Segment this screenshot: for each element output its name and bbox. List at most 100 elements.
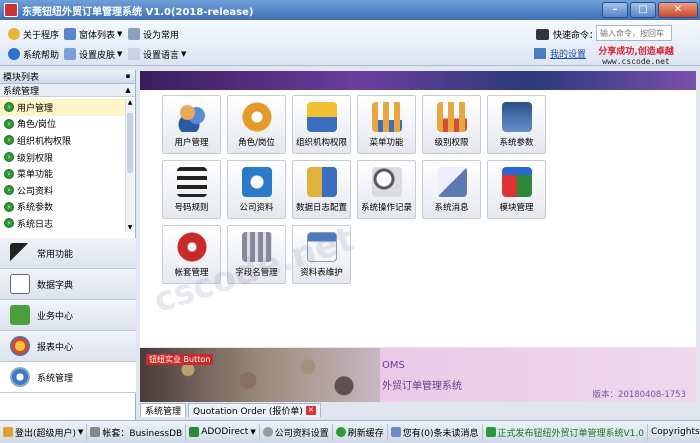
banner-subtitle: 外贸订单管理系统 <box>382 381 462 392</box>
group-title: 系统管理 <box>3 86 40 97</box>
account-set-status[interactable]: 帐套：BusinessDB <box>87 423 187 441</box>
tile-org-permission[interactable]: 组织机构权限 <box>292 95 351 154</box>
tile-system-message[interactable]: 系统消息 <box>422 160 481 219</box>
tile-user-management[interactable]: 用户管理 <box>162 95 221 154</box>
document-tabs: 系统管理 Quotation Order (报价单) ✕ <box>140 402 696 417</box>
product-banner: 钮纽实业 Button OMS 外贸订单管理系统 版本：20180408-175… <box>140 348 696 402</box>
scroll-down-icon[interactable]: ▼ <box>126 224 134 232</box>
search-log-icon <box>371 167 402 197</box>
quick-command-input[interactable] <box>596 25 672 41</box>
slogan-line2: www.cscode.net <box>602 57 670 66</box>
module-reports[interactable]: 报表中心 <box>0 331 136 362</box>
tile-account-set[interactable]: 帐套管理 <box>162 225 221 284</box>
tile-company-info[interactable]: 公司资料 <box>227 160 286 219</box>
tree-scrollbar[interactable]: ▲ ▼ <box>125 99 134 232</box>
my-settings-link[interactable]: 我的设置 <box>534 47 586 60</box>
minimize-icon[interactable]: – <box>602 2 628 18</box>
window-list-button[interactable]: 窗体列表 ▼ <box>64 26 122 42</box>
version-label: 版本：20180408-1753 <box>592 390 686 400</box>
tile-field-name[interactable]: 字段名管理 <box>227 225 286 284</box>
connection-button[interactable]: ADODirect ▼ <box>186 423 260 441</box>
cursor-icon <box>10 243 30 263</box>
maximize-icon[interactable]: □ <box>630 2 656 18</box>
module-business[interactable]: 业务中心 <box>0 300 136 331</box>
refresh-icon <box>335 427 346 437</box>
scroll-thumb[interactable] <box>127 113 133 173</box>
tile-operation-log[interactable]: 系统操作记录 <box>357 160 416 219</box>
tree-item[interactable]: › 角色/岗位 <box>0 116 125 133</box>
tree-item[interactable]: › 系统日志 <box>0 215 125 232</box>
basket-icon <box>10 305 30 325</box>
about-label: 关于程序 <box>23 30 60 41</box>
set-common-icon <box>128 28 140 40</box>
module-system[interactable]: 系统管理 <box>0 362 136 393</box>
skin-button[interactable]: 设置皮肤 ▼ <box>64 46 122 62</box>
system-gear-icon <box>10 367 30 387</box>
scroll-up-icon[interactable]: ▲ <box>126 99 134 107</box>
tab-quotation-order[interactable]: Quotation Order (报价单) ✕ <box>188 403 321 417</box>
data-log-icon <box>306 167 337 197</box>
tab-system-management[interactable]: 系统管理 <box>140 403 187 417</box>
window-title: 东莞钮纽外贸订单管理系统 V1.0(2018-release) <box>22 6 254 18</box>
tile-system-params[interactable]: 系统参数 <box>487 95 546 154</box>
help-button[interactable]: 系统帮助 <box>8 46 59 62</box>
logout-button[interactable]: 登出(超级用户) ▼ <box>0 423 88 441</box>
tile-role[interactable]: 角色/岗位 <box>227 95 286 154</box>
tile-table-maintain[interactable]: 资料表维护 <box>292 225 351 284</box>
chevron-down-icon: ▼ <box>250 428 256 436</box>
about-button[interactable]: 关于程序 <box>8 26 59 42</box>
home-icon <box>241 167 272 197</box>
tile-module-management[interactable]: 模块管理 <box>487 160 546 219</box>
calculator-icon <box>241 232 272 262</box>
tree-item[interactable]: › 公司资料 <box>0 182 125 199</box>
language-button[interactable]: 设置语言 ▼ <box>128 46 186 62</box>
set-common-label: 设为常用 <box>143 30 180 41</box>
company-settings-button[interactable]: 公司资料设置 <box>260 423 333 441</box>
function-grid: 用户管理 角色/岗位 组织机构权限 菜单功能 级别权限 系统参数 号码规则 公司… <box>140 90 696 347</box>
group-header[interactable]: 系统管理 ▲ <box>0 84 135 97</box>
tile-number-rules[interactable]: 号码规则 <box>162 160 221 219</box>
banner-tag: 钮纽实业 Button <box>146 354 214 365</box>
module-common[interactable]: 常用功能 <box>0 238 136 269</box>
about-icon <box>8 28 20 40</box>
refresh-cache-button[interactable]: 刷新缓存 <box>333 423 388 441</box>
logout-icon <box>3 427 13 437</box>
tile-menu-function[interactable]: 菜单功能 <box>357 95 416 154</box>
brand-slogan: 分享成功,创造卓越 www.cscode.net <box>596 44 676 66</box>
database-icon <box>176 232 207 262</box>
report-icon <box>10 336 30 356</box>
module-dictionary[interactable]: 数据字典 <box>0 269 136 300</box>
chevron-down-icon: ▼ <box>78 428 84 436</box>
status-bar: 登出(超级用户) ▼ 帐套：BusinessDB ADODirect ▼ 公司资料设… <box>0 420 700 443</box>
tree-item[interactable]: › 组织机构权限 <box>0 132 125 149</box>
go-icon: › <box>4 102 14 113</box>
tools-icon <box>501 102 532 132</box>
table-maintain-icon <box>306 232 337 262</box>
language-icon <box>128 48 140 60</box>
go-icon: › <box>4 201 14 212</box>
tree-item[interactable]: › 级别权限 <box>0 149 125 166</box>
app-icon <box>4 3 18 17</box>
close-tab-icon[interactable]: ✕ <box>305 406 316 415</box>
close-icon[interactable]: ✕ <box>658 2 698 18</box>
unread-messages-button[interactable]: 您有(0)条未读消息 <box>388 423 483 441</box>
collapse-icon[interactable]: ▲ <box>123 86 133 95</box>
monitor-icon <box>534 48 546 59</box>
go-icon: › <box>4 152 14 163</box>
content-header-banner <box>140 71 696 90</box>
quick-command-label: 快速命令： <box>553 30 599 41</box>
set-common-button[interactable]: 设为常用 <box>128 26 179 42</box>
connection-icon <box>189 427 200 437</box>
copyright: Copyrights 200 <box>651 427 700 437</box>
function-tree: › 用户管理 › 角色/岗位 › 组织机构权限 › 级别权限 › 菜单功能 › 公司资料 ›… <box>0 99 125 232</box>
tile-data-log-config[interactable]: 数据日志配置 <box>292 160 351 219</box>
skin-icon <box>64 48 76 60</box>
pin-icon[interactable]: ▪ <box>123 72 133 81</box>
tree-item[interactable]: › 菜单功能 <box>0 165 125 182</box>
tree-item[interactable]: › 系统参数 <box>0 199 125 216</box>
account-icon <box>90 427 101 437</box>
release-notice[interactable]: 正式发布钮纽外贸订单管理系统V1.0 <box>483 423 648 441</box>
tile-level-permission[interactable]: 级别权限 <box>422 95 481 154</box>
tree-item[interactable]: › 用户管理 <box>0 99 125 116</box>
language-label: 设置语言 <box>143 50 180 61</box>
